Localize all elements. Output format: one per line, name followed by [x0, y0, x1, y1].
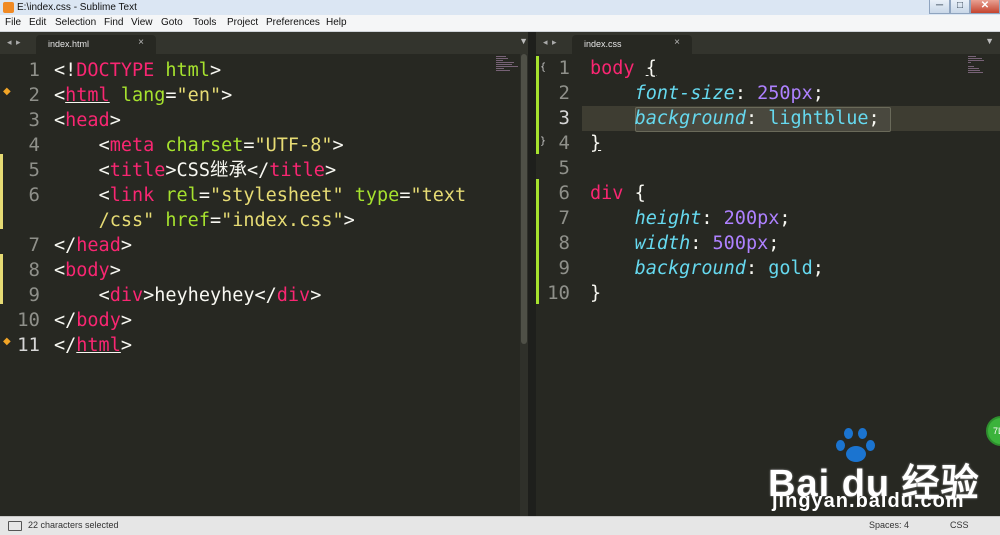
menu-preferences[interactable]: Preferences — [266, 16, 320, 30]
code-line: <title>CSS继承</title> — [98, 160, 337, 181]
line-number: 8 — [558, 232, 570, 254]
menu-tools[interactable]: Tools — [193, 16, 216, 30]
code-line: </html> — [54, 335, 132, 356]
line-number: 10 — [547, 282, 570, 304]
code-line: <div>heyheyhey</div> — [98, 285, 322, 306]
maximize-button[interactable]: □ — [950, 0, 970, 14]
line-number: 1 — [28, 59, 40, 81]
code-line: <body> — [54, 260, 121, 281]
code-line: height: 200px; — [634, 208, 791, 229]
code-line: div { — [590, 183, 646, 204]
editor-pane-html[interactable]: ◆ ◆ 1 2 3 4 5 6 7 8 9 10 11 <!DOCTYPE ht… — [0, 54, 528, 516]
tab-nav-arrows-icon[interactable]: ◂ ▸ — [543, 37, 558, 48]
line-number: 4 — [558, 132, 570, 154]
code-line: } — [590, 133, 602, 154]
minimize-button[interactable]: ─ — [929, 0, 950, 14]
tab-nav-arrows-icon[interactable]: ◂ ▸ — [7, 37, 22, 48]
line-number: 5 — [28, 159, 40, 181]
vertical-scrollbar[interactable] — [520, 54, 528, 516]
menu-find[interactable]: Find — [104, 16, 123, 30]
code-line: </body> — [54, 310, 132, 331]
code-line: } — [590, 283, 602, 304]
line-number: 2 — [558, 82, 570, 104]
code-line: background: lightblue; — [634, 108, 880, 129]
watermark-site: jingyan.baidu.com — [772, 490, 965, 512]
menu-view[interactable]: View — [131, 16, 153, 30]
indentation-setting[interactable]: Spaces: 4 — [869, 520, 909, 530]
panel-toggle-icon[interactable] — [8, 521, 22, 531]
menu-bar: File Edit Selection Find View Goto Tools… — [0, 15, 1000, 32]
window-title-bar: E:\index.css - Sublime Text ─ □ ✕ — [0, 0, 1000, 16]
line-number: 5 — [558, 157, 570, 179]
minimap[interactable] — [968, 56, 992, 74]
code-line: <link rel="stylesheet" type="text — [98, 185, 467, 206]
code-line: width: 500px; — [634, 233, 780, 254]
right-tab-bar: ◂ ▸ index.css × ▼ — [536, 32, 1000, 54]
tab-close-icon[interactable]: × — [138, 37, 144, 48]
tab-label: index.css — [584, 39, 622, 49]
line-number-gutter: ◆ ◆ 1 2 3 4 5 6 7 8 9 10 11 — [0, 54, 52, 516]
line-number: 4 — [28, 134, 40, 156]
menu-goto[interactable]: Goto — [161, 16, 183, 30]
line-number-current: 11 — [17, 334, 40, 356]
line-number-gutter: { } 1 2 3 4 5 6 7 8 9 10 — [536, 54, 582, 516]
code-line: <!DOCTYPE html> — [54, 60, 222, 81]
sublime-text-icon — [3, 2, 14, 13]
menu-edit[interactable]: Edit — [29, 16, 46, 30]
tab-label: index.html — [48, 39, 90, 49]
tab-dropdown-icon[interactable]: ▼ — [985, 36, 994, 46]
tab-dropdown-icon[interactable]: ▼ — [519, 36, 528, 46]
code-line: <meta charset="UTF-8"> — [98, 135, 344, 156]
pane-splitter[interactable] — [528, 32, 536, 516]
line-number: 6 — [558, 182, 570, 204]
line-number: 1 — [558, 57, 570, 79]
code-line: <head> — [54, 110, 121, 131]
status-bar: 22 characters selected Spaces: 4 CSS — [0, 516, 1000, 535]
menu-selection[interactable]: Selection — [55, 16, 96, 30]
tab-index-html[interactable]: index.html × — [36, 35, 156, 54]
line-number: 9 — [28, 284, 40, 306]
menu-project[interactable]: Project — [227, 16, 258, 30]
code-line: body { — [590, 58, 657, 79]
line-number: 8 — [28, 259, 40, 281]
baidu-jingyan-watermark: Bai du 经验 jingyan.baidu.com — [768, 428, 988, 514]
minimap[interactable] — [496, 56, 520, 74]
selection-status: 22 characters selected — [28, 520, 119, 530]
code-line: font-size: 250px; — [634, 83, 824, 104]
code-line-wrapped: /css" href="index.css"> — [98, 210, 355, 231]
line-number: 3 — [28, 109, 40, 131]
line-number-current: 3 — [558, 107, 570, 129]
line-number: 2 — [28, 84, 40, 106]
code-line: </head> — [54, 235, 132, 256]
window-title: E:\index.css - Sublime Text — [17, 2, 137, 13]
line-number: 9 — [558, 257, 570, 279]
tab-index-css[interactable]: index.css × — [572, 35, 692, 54]
line-number: 6 — [28, 184, 40, 206]
line-number: 10 — [17, 309, 40, 331]
code-line: background: gold; — [634, 258, 824, 279]
line-number: 7 — [28, 234, 40, 256]
line-number: 7 — [558, 207, 570, 229]
tab-close-icon[interactable]: × — [674, 37, 680, 48]
menu-file[interactable]: File — [5, 16, 21, 30]
menu-help[interactable]: Help — [326, 16, 347, 30]
close-button[interactable]: ✕ — [970, 0, 1000, 14]
code-line: <html lang="en"> — [54, 85, 233, 106]
left-tab-bar: ◂ ▸ index.html × ▼ — [0, 32, 534, 54]
syntax-selector[interactable]: CSS — [950, 520, 969, 530]
scrollbar-thumb[interactable] — [521, 54, 527, 344]
